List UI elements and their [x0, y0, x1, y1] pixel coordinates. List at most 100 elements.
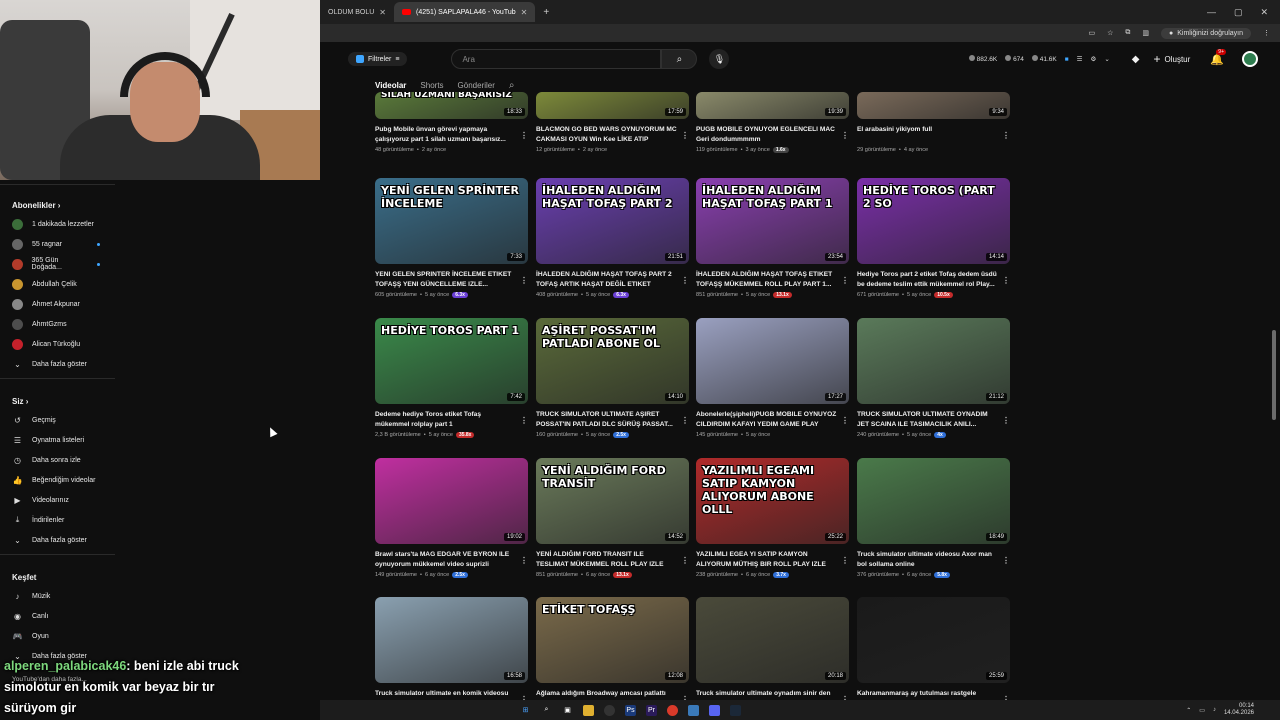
photoshop-icon[interactable]: Ps [625, 704, 636, 716]
video-card[interactable]: 17:27 Abonelerle(şipheli)PUGB MOBILE OYNU… [696, 318, 849, 438]
more-options-icon[interactable]: ⋮ [1002, 556, 1010, 566]
more-options-icon[interactable]: ⋮ [1002, 276, 1010, 286]
maximize-icon[interactable]: ▢ [1234, 7, 1243, 18]
more-options-icon[interactable]: ⋮ [520, 416, 528, 426]
more-options-icon[interactable]: ⋮ [841, 131, 849, 141]
video-card[interactable]: 9:34 El arabasini yikiyom full ⋮ 29 görüntü… [857, 92, 1010, 153]
discord-icon[interactable] [709, 704, 720, 716]
video-thumbnail[interactable]: 17:59 [536, 92, 689, 119]
video-card[interactable]: İHALEDEN ALDIĞIM HAŞAT TOFAŞ PART 1 23:54… [696, 178, 849, 298]
more-options-icon[interactable]: ⋮ [841, 416, 849, 426]
video-card[interactable]: 21:12 TRUCK SIMULATOR ULTIMATE OYNADIM JE… [857, 318, 1010, 438]
browser-tab-active[interactable]: (4251) SAPLAPALA46 - YouTub ✕ [394, 2, 536, 22]
network-icon[interactable]: ▭ [1199, 707, 1205, 714]
video-title[interactable]: Truck simulator ultimate en komik videos… [375, 690, 508, 697]
sidebar-item-explore[interactable]: 🎮 Oyun [0, 626, 120, 646]
sidebar-item-subscription[interactable]: AhmtGzms [0, 314, 120, 334]
star-icon[interactable]: ☆ [1107, 29, 1113, 37]
search-button[interactable]: ⌕ [661, 49, 698, 69]
video-card[interactable]: ETİKET TOFAŞŞ 12:08 Ağlama aldığım Broadwa… [536, 597, 689, 709]
video-title[interactable]: Abonelerle(şipheli)PUGB MOBILE OYNUYOZ C… [696, 411, 836, 428]
video-card[interactable]: 19:02 Brawl stars'ta MAG EDGAR VE BYRON I… [375, 458, 528, 578]
video-thumbnail[interactable]: HEDİYE TOROS (PART 2 SO 14:14 [857, 178, 1010, 264]
video-card[interactable]: 20:18 Truck simulator ultimate oynadım si… [696, 597, 849, 709]
video-title[interactable]: Kahramanmaraş ay tutulması rastgele [857, 690, 976, 697]
video-thumbnail[interactable]: ETİKET TOFAŞŞ 12:08 [536, 597, 689, 683]
tab-shorts[interactable]: Shorts [420, 81, 443, 90]
video-thumbnail[interactable]: İHALEDEN ALDIĞIM HAŞAT TOFAŞ PART 1 23:54 [696, 178, 849, 264]
video-title[interactable]: YAZILIMLI EGEA YI SATIP KAMYON ALIYORUM … [696, 551, 826, 568]
video-title[interactable]: YENI GELEN SPRINTER İNCELEME ETIKET TOFA… [375, 271, 511, 288]
video-thumbnail[interactable]: YENİ GELEN SPRİNTER İNCELEME 7:33 [375, 178, 528, 264]
video-title[interactable]: İHALEDEN ALDIĞIM HAŞAT TOFAŞ PART 2 TOFA… [536, 271, 672, 290]
video-card[interactable]: 25:59 Kahramanmaraş ay tutulması rastgele… [857, 597, 1010, 709]
create-button[interactable]: + Oluştur [1153, 52, 1190, 66]
sidebar-item-you[interactable]: ☰ Oynatma listeleri [0, 430, 120, 450]
video-thumbnail[interactable]: 16:58 [375, 597, 528, 683]
video-thumbnail[interactable]: SİLAH UZMANI BAŞARISIZ 18:33 [375, 92, 528, 119]
search-icon[interactable]: ⌕ [509, 80, 515, 91]
sidebar-item-you[interactable]: 👍 Beğendiğim videolar [0, 470, 120, 490]
sidebar-item-you[interactable]: ◷ Daha sonra izle [0, 450, 120, 470]
video-thumbnail[interactable]: YENİ ALDIĞIM FORD TRANSİT 14:52 [536, 458, 689, 544]
you-heading[interactable]: Siz › [0, 383, 120, 410]
video-thumbnail[interactable]: 21:12 [857, 318, 1010, 404]
cast-icon[interactable]: ▭ [1088, 29, 1095, 37]
video-card[interactable]: YAZILIMLI EGEAMI SATIP KAMYON ALIYORUM A… [696, 458, 849, 578]
close-icon[interactable]: ✕ [379, 8, 386, 17]
scrollbar[interactable] [1272, 330, 1276, 420]
video-title[interactable]: TRUCK SIMULATOR ULTIMATE OYNADIM JET SCA… [857, 411, 988, 428]
more-options-icon[interactable]: ⋮ [1002, 131, 1010, 141]
video-thumbnail[interactable]: İHALEDEN ALDIĞIM HAŞAT TOFAŞ PART 2 21:51 [536, 178, 689, 264]
extension-icon[interactable]: ■ [1065, 56, 1069, 63]
obs-icon[interactable] [604, 704, 615, 716]
minimize-icon[interactable]: — [1207, 7, 1216, 18]
video-title[interactable]: İHALEDEN ALDIĞIM HAŞAT TOFAŞ ETIKET TOFA… [696, 271, 832, 288]
more-options-icon[interactable]: ⋮ [1002, 416, 1010, 426]
sidebar-item-subscription[interactable]: Abdullah Çelik [0, 274, 120, 294]
video-title[interactable]: Truck simulator ultimate oynadım sinir d… [696, 690, 830, 697]
video-thumbnail[interactable]: 25:59 [857, 597, 1010, 683]
more-options-icon[interactable]: ⋮ [681, 556, 689, 566]
volume-icon[interactable]: ♪ [1213, 707, 1216, 713]
sidebar-item-you[interactable]: ↺ Geçmiş [0, 410, 120, 430]
start-icon[interactable]: ⊞ [520, 705, 531, 716]
folder-icon[interactable] [583, 704, 594, 716]
sidebar-item-subscription[interactable]: Alican Türkoğlu [0, 334, 120, 354]
video-title[interactable]: Truck simulator ultimate videosu Axor ma… [857, 551, 992, 568]
video-thumbnail[interactable]: YAZILIMLI EGEAMI SATIP KAMYON ALIYORUM A… [696, 458, 849, 544]
chevron-up-icon[interactable]: ⌃ [1186, 707, 1191, 714]
video-title[interactable]: Brawl stars'ta MAG EDGAR VE BYRON ILE oy… [375, 551, 509, 568]
video-card[interactable]: 18:49 Truck simulator ultimate videosu Ax… [857, 458, 1010, 578]
more-options-icon[interactable]: ⋮ [681, 416, 689, 426]
video-card[interactable]: 19:39 PUGB MOBILE OYNUYOM EGLENCELI MAC G… [696, 92, 849, 153]
more-options-icon[interactable]: ⋮ [520, 276, 528, 286]
video-title[interactable]: Dedeme hediye Toros etiket Tofaş mükemme… [375, 411, 481, 428]
vpn-icon[interactable] [688, 704, 699, 716]
video-thumbnail[interactable]: 18:49 [857, 458, 1010, 544]
sidebar-item-subscription[interactable]: 365 Gün Doğada... [0, 254, 120, 274]
sidebar-item-you[interactable]: ⌄ Daha fazla göster [0, 530, 120, 550]
video-card[interactable]: AŞİRET POSSAT'IM PATLADI ABONE OL 14:10 TR… [536, 318, 689, 438]
chevron-down-icon[interactable]: ⌄ [1104, 55, 1109, 63]
sidebar-item-you[interactable]: ▶ Videolarınız [0, 490, 120, 510]
more-options-icon[interactable]: ⋮ [841, 556, 849, 566]
search-icon[interactable]: ⌕ [541, 705, 552, 716]
video-card[interactable]: YENİ GELEN SPRİNTER İNCELEME 7:33 YENI GEL… [375, 178, 528, 298]
voice-search-button[interactable]: 🎙 [709, 49, 730, 69]
tab-posts[interactable]: Gönderiler [458, 81, 495, 90]
sidebar-icon[interactable]: ▥ [1142, 29, 1149, 37]
video-card[interactable]: SİLAH UZMANI BAŞARISIZ 18:33 Pubg Mobile ü… [375, 92, 528, 153]
more-options-icon[interactable]: ⋮ [681, 276, 689, 286]
sidebar-item-subscription[interactable]: 1 dakikada lezzetler [0, 214, 120, 234]
video-thumbnail[interactable]: 17:27 [696, 318, 849, 404]
taskview-icon[interactable]: ▣ [562, 705, 573, 716]
video-card[interactable]: HEDİYE TOROS (PART 2 SO 14:14 Hediye Toros… [857, 178, 1010, 298]
more-options-icon[interactable]: ⋮ [681, 131, 689, 141]
subscriptions-heading[interactable]: Abonelikler › [0, 189, 120, 214]
sidebar-item-subscription[interactable]: 55 ragnar [0, 234, 120, 254]
subs-show-more[interactable]: ⌄ Daha fazla göster [0, 354, 120, 374]
video-thumbnail[interactable]: 20:18 [696, 597, 849, 683]
extensions-icon[interactable]: ⧉ [1125, 29, 1130, 37]
video-card[interactable]: HEDİYE TOROS PART 1 7:42 Dedeme hediye Tor… [375, 318, 528, 438]
